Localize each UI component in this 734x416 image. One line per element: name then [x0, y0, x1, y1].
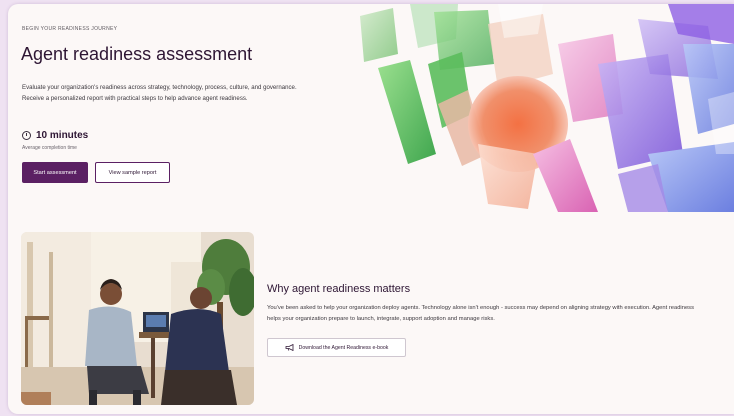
- hero-section: BEGIN YOUR READINESS JOURNEY Agent readi…: [8, 4, 734, 212]
- team-photo: [21, 232, 254, 405]
- duration: 10 minutes: [22, 130, 88, 141]
- hero-description: Evaluate your organization's readiness a…: [22, 84, 297, 102]
- view-sample-report-button[interactable]: View sample report: [95, 162, 170, 183]
- team-illustration: [21, 232, 254, 405]
- download-ebook-label: Download the Agent Readiness e-book: [298, 344, 389, 351]
- duration-value: 10 minutes: [36, 130, 89, 141]
- why-description: You've been asked to help your organizat…: [267, 305, 694, 322]
- download-ebook-button[interactable]: Download the Agent Readiness e-book: [267, 338, 406, 357]
- why-title: Why agent readiness matters: [267, 283, 411, 295]
- page: BEGIN YOUR READINESS JOURNEY Agent readi…: [8, 4, 734, 414]
- start-assessment-button[interactable]: Start assessment: [22, 162, 88, 183]
- eyebrow-label: BEGIN YOUR READINESS JOURNEY: [22, 26, 118, 32]
- duration-caption: Average completion time: [22, 145, 77, 151]
- page-title: Agent readiness assessment: [21, 44, 253, 64]
- hero-artwork: [360, 4, 734, 212]
- clock-icon: [22, 131, 31, 140]
- megaphone-icon: [285, 344, 294, 351]
